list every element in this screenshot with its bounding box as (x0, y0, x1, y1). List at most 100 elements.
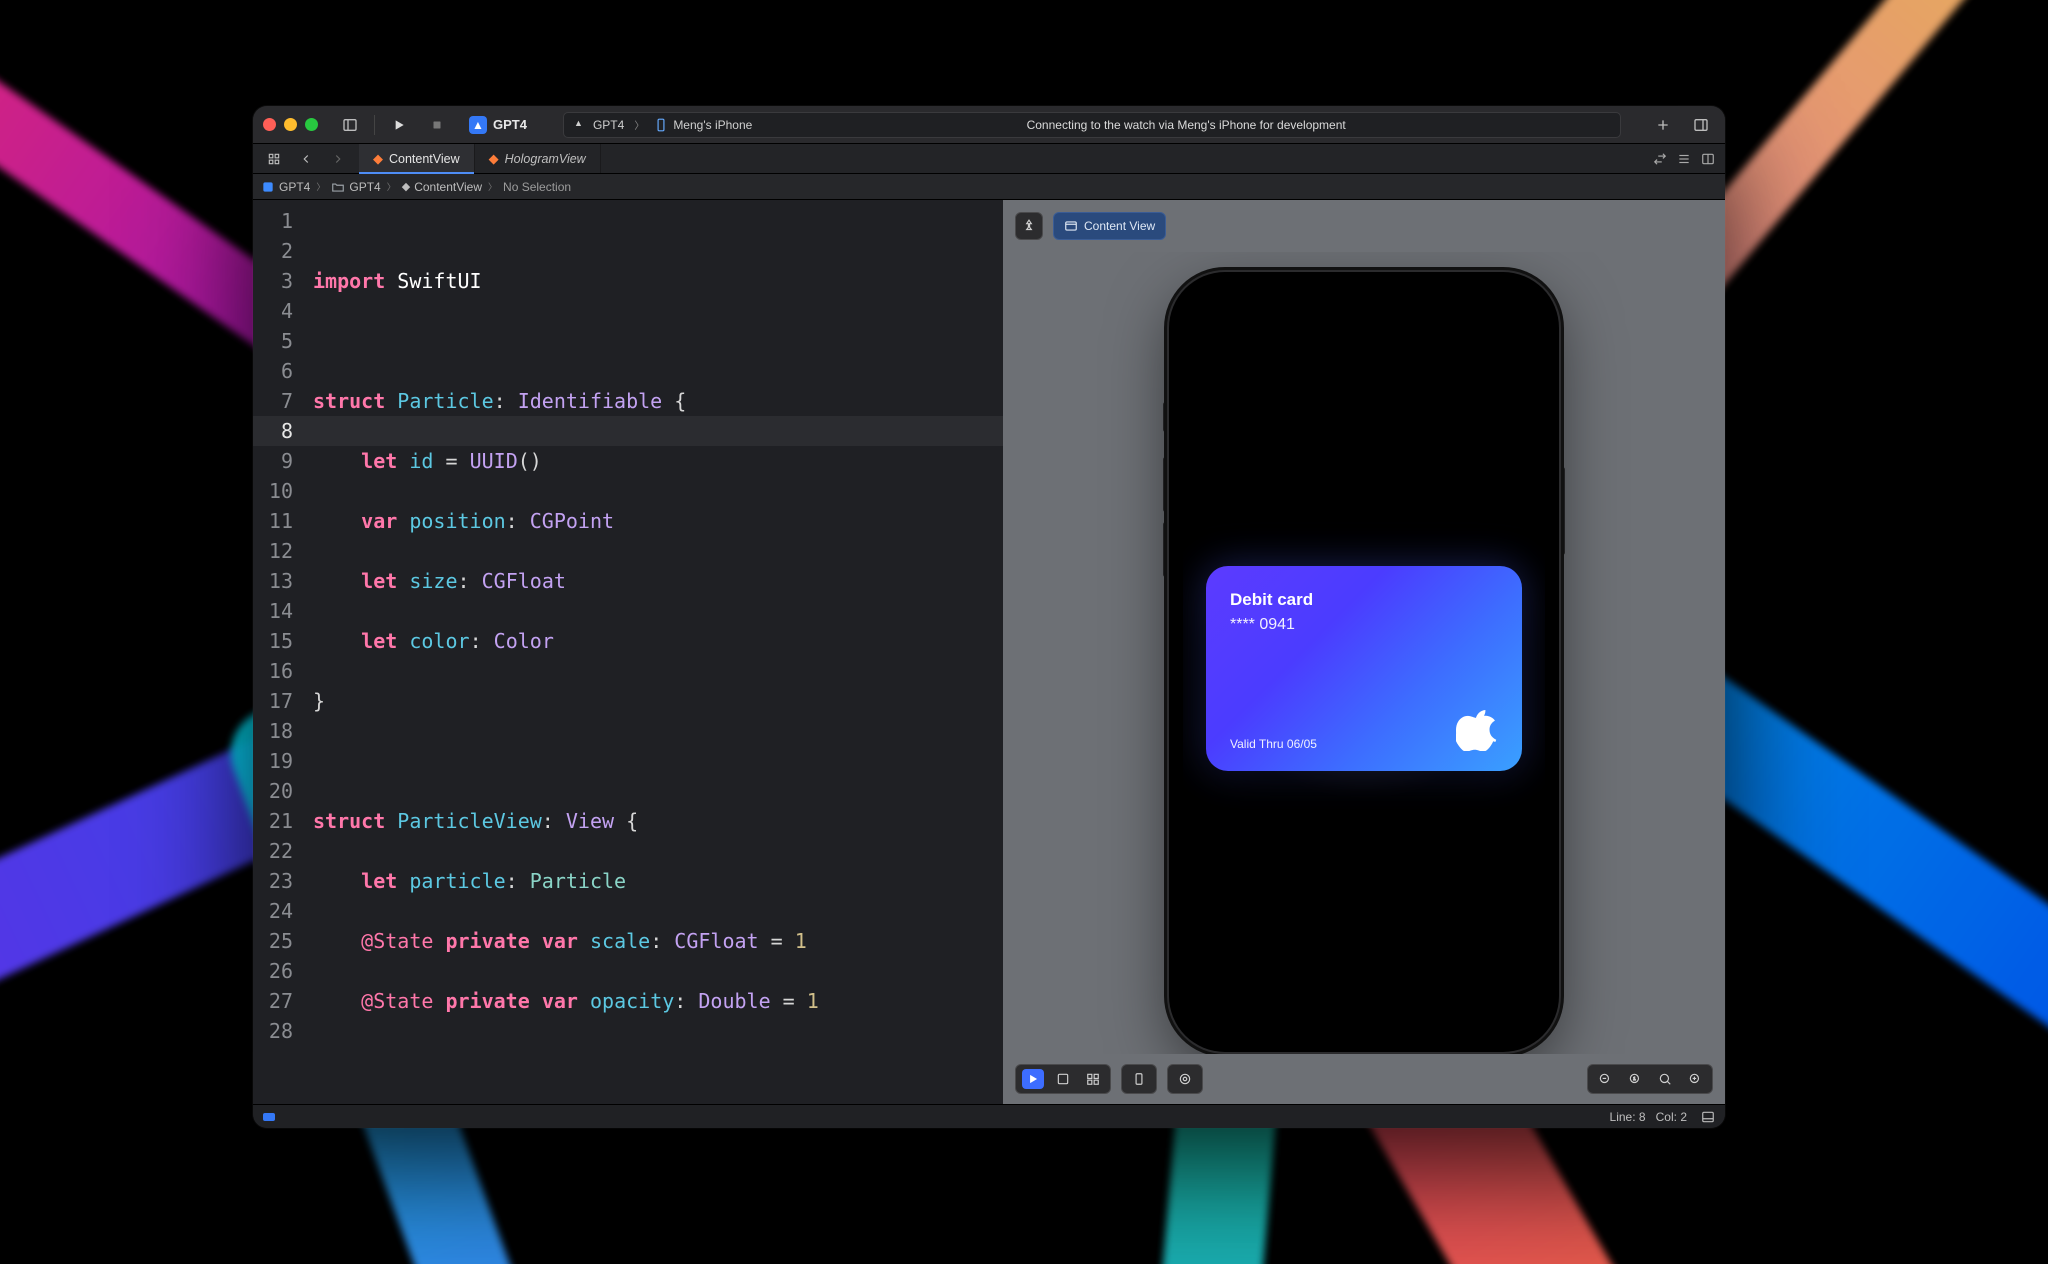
canvas-toolbar: 1 (1003, 1054, 1725, 1104)
add-button[interactable] (1649, 113, 1677, 137)
variants-mode-button[interactable] (1082, 1069, 1104, 1089)
crumb-file[interactable]: ContentView (414, 180, 482, 194)
line-number: 14 (253, 596, 293, 626)
library-button[interactable] (1687, 113, 1715, 137)
iphone-side-button (1560, 467, 1565, 555)
run-destination-app: ▲ GPT4 (574, 118, 624, 132)
line-value: 8 (1639, 1110, 1646, 1124)
col-label: Col: (1656, 1110, 1677, 1124)
editor-layout-button[interactable] (1677, 152, 1691, 166)
line-number: 5 (253, 326, 293, 356)
line-number: 24 (253, 896, 293, 926)
debit-card[interactable]: Debit card **** 0941 Valid Thru 06/05 (1206, 566, 1522, 771)
line-number: 17 (253, 686, 293, 716)
preview-canvas: Content View Debit card (1003, 200, 1725, 1104)
back-button[interactable] (293, 147, 319, 171)
toggle-debug-area-button[interactable] (1701, 1110, 1715, 1124)
line-number: 2 (253, 236, 293, 266)
code-editor[interactable]: 1234567891011121314151617181920212223242… (253, 200, 1003, 1104)
chevron-right-icon: 〉 (634, 117, 644, 132)
line-number: 25 (253, 926, 293, 956)
activity-viewer[interactable]: ▲ GPT4 〉 Meng's iPhone Connecting to the… (563, 112, 1621, 138)
line-number: 6 (253, 356, 293, 386)
related-items-button[interactable] (261, 147, 287, 171)
line-number: 13 (253, 566, 293, 596)
breadcrumb-bar[interactable]: GPT4 〉 GPT4 〉 ◆ ContentView 〉 No Selecti… (253, 174, 1725, 200)
line-number: 15 (253, 626, 293, 656)
scheme-selector[interactable]: ▲ GPT4 (461, 113, 535, 137)
chevron-right-icon: 〉 (316, 180, 325, 193)
toggle-navigator-button[interactable] (336, 113, 364, 137)
iphone-volume-down (1163, 522, 1168, 577)
line-number: 16 (253, 656, 293, 686)
tab-hologramview[interactable]: ◆ HologramView (475, 144, 601, 173)
line-number: 18 (253, 716, 293, 746)
line-number: 23 (253, 866, 293, 896)
statusbar: Line: 8 Col: 2 (253, 1104, 1725, 1128)
line-number: 27 (253, 986, 293, 1016)
run-button[interactable] (385, 113, 413, 137)
forward-button[interactable] (325, 147, 351, 171)
line-number: 28 (253, 1016, 293, 1046)
swift-file-icon: ◆ (373, 151, 383, 167)
line-number: 7 (253, 386, 293, 416)
zoom-controls[interactable]: 1 (1587, 1064, 1713, 1094)
line-number: 3 (253, 266, 293, 296)
col-value: 2 (1680, 1110, 1687, 1124)
svg-text:1: 1 (1633, 1076, 1636, 1081)
close-window-button[interactable] (263, 118, 276, 131)
card-title: Debit card (1230, 590, 1498, 610)
selectable-mode-button[interactable] (1052, 1069, 1074, 1089)
apple-logo-icon (1456, 709, 1498, 751)
line-number: 22 (253, 836, 293, 866)
window-traffic-lights (263, 118, 318, 131)
line-number: 9 (253, 446, 293, 476)
preview-settings-button[interactable] (1167, 1064, 1203, 1094)
status-indicator[interactable] (263, 1113, 275, 1121)
zoom-100-button[interactable]: 1 (1624, 1069, 1646, 1089)
preview-mode-segment[interactable] (1015, 1064, 1111, 1094)
card-number: **** 0941 (1230, 616, 1498, 634)
stop-button[interactable] (423, 113, 451, 137)
line-number: 4 (253, 296, 293, 326)
tab-bar: ◆ ContentView ◆ HologramView (253, 144, 1725, 174)
project-icon (261, 180, 275, 194)
titlebar: ▲ GPT4 ▲ GPT4 〉 Meng's iPhone Connecting… (253, 106, 1725, 144)
line-number: 1 (253, 206, 293, 236)
add-editor-button[interactable] (1701, 152, 1715, 166)
iphone-screen[interactable]: Debit card **** 0941 Valid Thru 06/05 (1183, 286, 1545, 1038)
crumb-project[interactable]: GPT4 (279, 180, 310, 194)
device-preview-area[interactable]: Debit card **** 0941 Valid Thru 06/05 (1003, 252, 1725, 1054)
line-label: Line: (1610, 1110, 1636, 1124)
line-number: 10 (253, 476, 293, 506)
run-destination-device: Meng's iPhone (654, 118, 752, 132)
folder-icon (331, 180, 345, 194)
scheme-label: GPT4 (493, 117, 527, 132)
swift-file-icon: ◆ (402, 180, 410, 193)
crumb-selection[interactable]: No Selection (503, 180, 571, 194)
iphone-volume-up (1163, 457, 1168, 512)
pin-preview-button[interactable] (1015, 212, 1043, 240)
adjust-editor-options-button[interactable] (1653, 152, 1667, 166)
tab-contentview[interactable]: ◆ ContentView (359, 144, 475, 173)
device-settings-button[interactable] (1121, 1064, 1157, 1094)
zoom-out-button[interactable] (1594, 1069, 1616, 1089)
line-number: 26 (253, 956, 293, 986)
window-icon (1064, 219, 1078, 233)
iphone-silence-switch (1163, 402, 1168, 432)
minimize-window-button[interactable] (284, 118, 297, 131)
crumb-folder[interactable]: GPT4 (349, 180, 380, 194)
code-area[interactable]: import SwiftUI struct Particle: Identifi… (303, 200, 1003, 1104)
live-mode-button[interactable] (1022, 1069, 1044, 1089)
preview-chip-label: Content View (1084, 219, 1155, 233)
build-status-text: Connecting to the watch via Meng's iPhon… (1027, 118, 1346, 132)
zoom-fit-button[interactable] (1654, 1069, 1676, 1089)
line-number: 19 (253, 746, 293, 776)
zoom-window-button[interactable] (305, 118, 318, 131)
chevron-right-icon: 〉 (488, 180, 497, 193)
line-number: 21 (253, 806, 293, 836)
line-number: 8 (253, 416, 293, 446)
preview-selector-chip[interactable]: Content View (1053, 212, 1166, 240)
chevron-right-icon: 〉 (387, 180, 396, 193)
zoom-in-button[interactable] (1684, 1069, 1706, 1089)
